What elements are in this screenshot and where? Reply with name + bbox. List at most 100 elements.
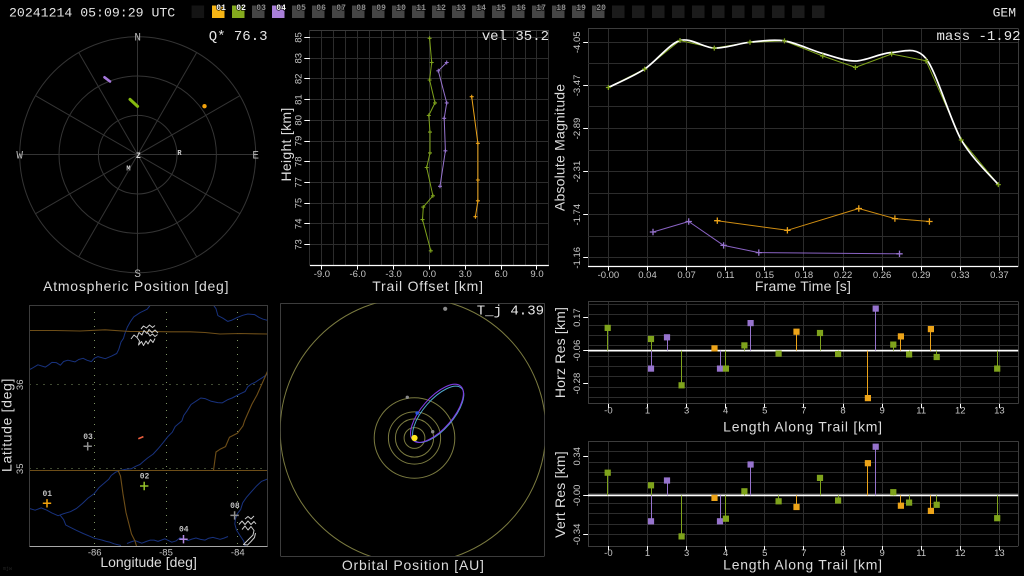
svg-text:-4.05: -4.05 — [572, 31, 583, 53]
svg-text:0.26: 0.26 — [873, 270, 892, 281]
svg-text:01: 01 — [43, 490, 53, 499]
svg-text:13: 13 — [456, 4, 466, 13]
svg-text:3: 3 — [684, 548, 689, 559]
svg-text:3: 3 — [684, 406, 689, 417]
svg-text:85: 85 — [294, 32, 305, 43]
svg-text:0.04: 0.04 — [638, 270, 657, 281]
svg-text:03: 03 — [256, 4, 266, 13]
svg-text:mjw: mjw — [3, 566, 12, 572]
svg-text:Length Along Trail [km]: Length Along Trail [km] — [723, 419, 883, 435]
svg-text:01: 01 — [216, 4, 226, 13]
svg-text:0.17: 0.17 — [572, 308, 583, 327]
svg-text:12: 12 — [955, 406, 966, 417]
svg-text:11: 11 — [916, 406, 926, 417]
svg-text:13: 13 — [994, 406, 1005, 417]
svg-text:17: 17 — [536, 4, 546, 13]
svg-text:1: 1 — [645, 548, 650, 559]
svg-text:4: 4 — [723, 406, 728, 417]
svg-text:-1.16: -1.16 — [572, 247, 583, 269]
svg-text:-9.0: -9.0 — [314, 269, 330, 280]
svg-text:83: 83 — [294, 53, 305, 64]
svg-text:-0.00: -0.00 — [598, 270, 620, 281]
svg-text:19: 19 — [576, 4, 586, 13]
svg-text:-0.34: -0.34 — [572, 524, 583, 546]
svg-text:74: 74 — [294, 219, 305, 230]
svg-text:81: 81 — [294, 94, 305, 105]
svg-text:8: 8 — [840, 406, 845, 417]
svg-text:07: 07 — [336, 4, 346, 13]
svg-text:Horz Res [km]: Horz Res [km] — [552, 307, 568, 398]
svg-text:-0.00: -0.00 — [572, 485, 583, 507]
svg-text:12: 12 — [436, 4, 446, 13]
svg-text:-3.47: -3.47 — [572, 75, 583, 97]
svg-text:75: 75 — [294, 198, 305, 209]
svg-text:1: 1 — [645, 406, 650, 417]
svg-text:77: 77 — [294, 177, 305, 188]
svg-text:7: 7 — [801, 406, 806, 417]
svg-text:5: 5 — [762, 406, 767, 417]
svg-text:11: 11 — [916, 548, 926, 559]
svg-text:12: 12 — [955, 548, 966, 559]
svg-text:Atmospheric Position [deg]: Atmospheric Position [deg] — [43, 278, 229, 294]
svg-text:0.07: 0.07 — [677, 270, 696, 281]
svg-text:Frame Time [s]: Frame Time [s] — [755, 278, 851, 294]
svg-text:14: 14 — [476, 4, 486, 13]
svg-text:9.0: 9.0 — [530, 269, 543, 280]
svg-text:04: 04 — [179, 526, 189, 535]
svg-text:20: 20 — [596, 4, 606, 13]
svg-text:-2.31: -2.31 — [572, 161, 583, 183]
svg-text:35: 35 — [15, 464, 26, 475]
svg-text:M: M — [126, 165, 130, 173]
svg-text:03: 03 — [83, 433, 93, 442]
svg-text:02: 02 — [140, 473, 150, 482]
svg-text:GEM: GEM — [993, 6, 1016, 21]
svg-text:08: 08 — [230, 502, 240, 511]
svg-text:10: 10 — [396, 4, 406, 13]
svg-text:78: 78 — [294, 156, 305, 167]
svg-text:Height [km]: Height [km] — [278, 107, 294, 181]
svg-text:Q* 76.3: Q* 76.3 — [209, 29, 268, 45]
svg-text:0.33: 0.33 — [951, 270, 970, 281]
svg-text:11: 11 — [416, 4, 426, 13]
svg-text:09: 09 — [376, 4, 386, 13]
svg-text:0.37: 0.37 — [990, 270, 1009, 281]
svg-text:Vert Res [km]: Vert Res [km] — [552, 451, 568, 538]
svg-text:Z: Z — [136, 152, 141, 161]
svg-text:Trail Offset [km]: Trail Offset [km] — [372, 278, 484, 294]
svg-text:0.34: 0.34 — [572, 447, 583, 466]
svg-text:-84: -84 — [231, 548, 245, 559]
svg-text:16: 16 — [516, 4, 526, 13]
svg-text:04: 04 — [276, 4, 286, 13]
svg-text:N: N — [134, 33, 141, 45]
svg-text:13: 13 — [994, 548, 1005, 559]
svg-text:08: 08 — [356, 4, 366, 13]
svg-text:-0: -0 — [604, 548, 612, 559]
svg-text:mass -1.92: mass -1.92 — [936, 29, 1020, 45]
svg-text:-1.74: -1.74 — [572, 204, 583, 226]
svg-text:20241214 05:09:29 UTC: 20241214 05:09:29 UTC — [9, 6, 175, 21]
svg-text:-0: -0 — [604, 406, 612, 417]
svg-text:W: W — [16, 150, 23, 162]
svg-text:0.29: 0.29 — [912, 270, 931, 281]
svg-text:18: 18 — [556, 4, 566, 13]
svg-text:0.11: 0.11 — [717, 270, 735, 281]
svg-text:Latitude [deg]: Latitude [deg] — [0, 378, 15, 472]
svg-text:6.0: 6.0 — [494, 269, 507, 280]
svg-text:73: 73 — [294, 239, 305, 250]
svg-text:Orbital Position [AU]: Orbital Position [AU] — [342, 557, 485, 573]
svg-text:02: 02 — [236, 4, 246, 13]
svg-text:Longitude [deg]: Longitude [deg] — [100, 554, 197, 570]
svg-text:80: 80 — [294, 115, 305, 126]
svg-text:-2.89: -2.89 — [572, 118, 583, 140]
svg-text:36: 36 — [15, 380, 26, 391]
svg-text:Length Along Trail [km]: Length Along Trail [km] — [723, 557, 883, 573]
svg-text:-6.0: -6.0 — [350, 269, 366, 280]
svg-text:vel 35.2: vel 35.2 — [482, 29, 549, 45]
svg-text:9: 9 — [879, 406, 884, 417]
svg-text:-0.06: -0.06 — [572, 340, 583, 362]
svg-text:05: 05 — [296, 4, 306, 13]
svg-text:T_j 4.39: T_j 4.39 — [477, 304, 544, 320]
svg-text:E: E — [252, 150, 259, 162]
svg-text:Absolute Magnitude: Absolute Magnitude — [552, 84, 568, 211]
svg-text:79: 79 — [294, 136, 305, 147]
